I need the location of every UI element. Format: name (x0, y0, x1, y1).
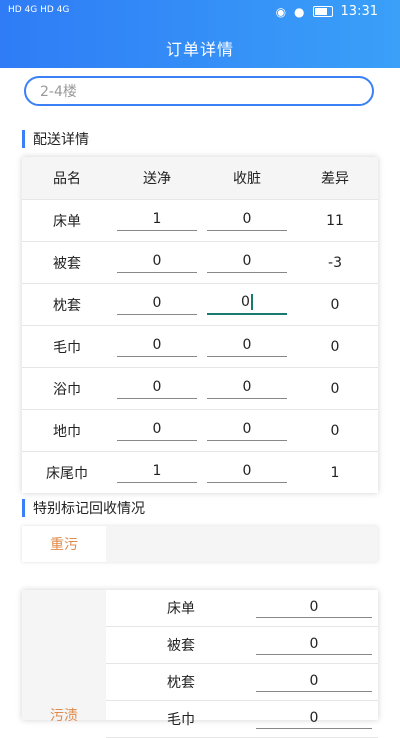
col-header-name: 品名 (53, 171, 81, 187)
text-cursor (250, 294, 253, 310)
delivery-section-title: 配送详情 (33, 132, 89, 148)
search-box[interactable] (24, 76, 374, 106)
table-row: 浴巾 0 0 0 (22, 367, 378, 409)
list-item: 床单 0 (106, 590, 378, 627)
list-item: 被套 0 (106, 627, 378, 664)
clean-qty-input[interactable]: 0 (117, 379, 197, 399)
clean-qty-input[interactable]: 1 (117, 463, 197, 483)
item-name: 毛巾 (167, 712, 195, 728)
diff-value: 0 (330, 338, 340, 355)
battery-icon (312, 6, 333, 17)
item-name: 枕套 (53, 297, 81, 314)
stain-qty-input[interactable]: 0 (256, 636, 372, 655)
dirty-qty-input[interactable]: 0 (207, 337, 287, 357)
table-row: 地巾 0 0 0 (22, 409, 378, 451)
item-name: 浴巾 (53, 381, 81, 398)
clean-qty-input[interactable]: 0 (117, 421, 197, 441)
tab-heavy-stain[interactable]: 重污 (22, 526, 106, 562)
item-name: 床单 (167, 601, 195, 617)
table-row: 床尾巾 1 0 1 (22, 451, 378, 493)
stain-qty-input[interactable]: 0 (256, 599, 372, 618)
diff-value: 0 (330, 380, 340, 397)
dirty-qty-input[interactable]: 0 (207, 379, 287, 399)
special-section-title: 特别标记回收情况 (33, 501, 145, 517)
col-header-diff: 差异 (321, 171, 349, 187)
section-accent-bar (22, 130, 25, 148)
clean-qty-input[interactable]: 1 (117, 211, 197, 231)
eye-icon: ◉ (275, 4, 287, 19)
search-input[interactable] (38, 78, 362, 106)
item-name: 床单 (53, 213, 81, 230)
app-header: HD 4G HD 4G ◉ ● 13:31 订单详情 (0, 0, 400, 68)
col-header-dirty: 收脏 (233, 171, 261, 187)
table-header: 品名 送净 收脏 差异 (22, 157, 378, 199)
section-accent-bar (22, 499, 25, 517)
diff-value: 11 (326, 212, 344, 229)
diff-value: 1 (330, 464, 340, 481)
dirty-qty-input[interactable]: 0 (207, 421, 287, 441)
item-name: 枕套 (167, 675, 195, 691)
table-row: 被套 0 0 -3 (22, 241, 378, 283)
clock: 13:31 (340, 4, 378, 19)
list-item: 毛巾 0 (106, 701, 378, 738)
diff-value: -3 (328, 254, 342, 271)
special-section-header: 特别标记回收情况 (22, 499, 145, 517)
stain-qty-input[interactable]: 0 (256, 710, 372, 729)
stain-group-label: 污渍 (50, 708, 78, 724)
item-name: 被套 (53, 255, 81, 272)
dirty-qty-value: 0 (241, 294, 250, 310)
table-row: 床单 1 0 11 (22, 199, 378, 241)
dirty-qty-input[interactable]: 0 (207, 211, 287, 231)
list-item: 枕套 0 (106, 664, 378, 701)
item-name: 床尾巾 (46, 465, 88, 482)
signal-indicators: HD 4G HD 4G (8, 5, 70, 15)
status-bar: HD 4G HD 4G ◉ ● 13:31 (0, 0, 400, 24)
item-name: 被套 (167, 638, 195, 654)
delivery-section-header: 配送详情 (22, 130, 89, 148)
stain-table: 污渍 床单 0 被套 0 枕套 0 毛巾 0 (22, 590, 378, 738)
dirty-qty-input[interactable]: 0 (207, 463, 287, 483)
stain-qty-input[interactable]: 0 (256, 673, 372, 692)
dirty-qty-input-focused[interactable]: 0 (207, 294, 287, 315)
item-name: 毛巾 (53, 339, 81, 356)
delivery-table: 品名 送净 收脏 差异 床单 1 0 11 被套 0 0 -3 枕套 0 0 0… (22, 157, 378, 493)
clean-qty-input[interactable]: 0 (117, 295, 197, 315)
dirty-qty-input[interactable]: 0 (207, 253, 287, 273)
table-row: 毛巾 0 0 0 (22, 325, 378, 367)
item-name: 地巾 (53, 423, 81, 440)
location-icon: ● (294, 4, 305, 19)
special-tabs: 重污 (22, 526, 378, 562)
diff-value: 0 (330, 296, 340, 313)
table-row: 枕套 0 0 0 (22, 283, 378, 325)
stain-group-cell: 污渍 (22, 590, 106, 724)
diff-value: 0 (330, 422, 340, 439)
clean-qty-input[interactable]: 0 (117, 337, 197, 357)
col-header-clean: 送净 (143, 171, 171, 187)
clean-qty-input[interactable]: 0 (117, 253, 197, 273)
page-title: 订单详情 (165, 40, 234, 59)
